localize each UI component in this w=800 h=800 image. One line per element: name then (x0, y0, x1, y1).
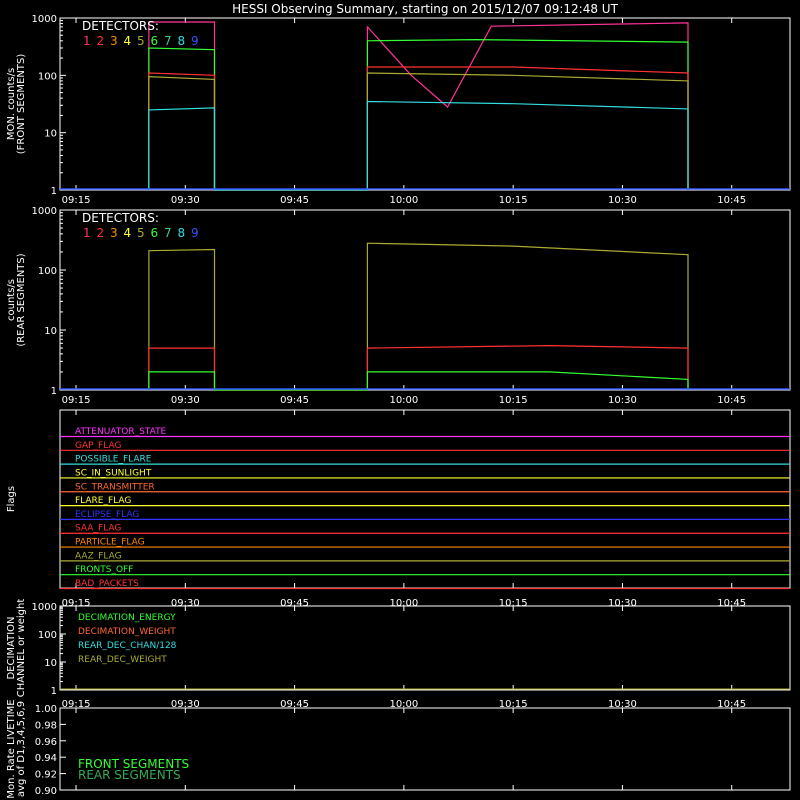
flag-label-aaz-flag: AAZ_FLAG (75, 551, 122, 561)
panel-5-ytick-label: 0.94 (35, 753, 57, 764)
panel-5-ytick-label: 0.90 (35, 786, 57, 797)
panel-1-ytick-label: 10 (44, 129, 57, 140)
panel-4-legend-rear-dec-chan-128: REAR_DEC_CHAN/128 (78, 641, 177, 651)
panel-2-xtick-label: 10:30 (608, 395, 637, 406)
panel-2-ytick-label: 1000 (32, 206, 57, 217)
panel-1-legend-detector-3: 3 (110, 34, 118, 48)
panel-1-xtick-label: 09:15 (62, 195, 91, 206)
flag-label-attenuator-state: ATTENUATOR_STATE (75, 427, 167, 437)
panel-1-series-3 (148, 66, 689, 191)
panel-1-legend-title: DETECTORS: (82, 19, 159, 33)
panel-1-ylabel: (FRONT SEGMENTS) (16, 54, 27, 155)
panel-2-xtick-label: 10:00 (389, 395, 418, 406)
panel-2-ytick-label: 1 (51, 386, 57, 397)
panel-4-legend-rear-dec-weight: REAR_DEC_WEIGHT (78, 655, 167, 665)
panel-1-series-4 (148, 72, 689, 191)
panel-1-xtick-label: 10:00 (389, 195, 418, 206)
panel-5-ytick-label: 0.96 (35, 737, 57, 748)
panel-2-xtick-label: 09:45 (280, 395, 309, 406)
panel-2-legend-detector-5: 5 (137, 226, 145, 240)
panel-1-legend-detector-4: 4 (124, 34, 132, 48)
panel-2-legend-detector-3: 3 (110, 226, 118, 240)
panel-2-xtick-label: 09:30 (171, 395, 200, 406)
panel-1-legend-detector-5: 5 (137, 34, 145, 48)
panel-1-ytick-label: 1000 (32, 14, 57, 25)
panel-1-xtick-label: 09:45 (280, 195, 309, 206)
panel-2-legend-detector-8: 8 (178, 226, 186, 240)
panel-2-legend-title: DETECTORS: (82, 211, 159, 225)
panel-2-series-3 (148, 371, 689, 391)
panel-2-xtick-label: 09:15 (62, 395, 91, 406)
panel-4-ytick-label: 10 (44, 658, 57, 669)
panel-2-series-1 (148, 242, 689, 391)
chart-title: HESSI Observing Summary, starting on 201… (232, 2, 618, 16)
flag-label-eclipse-flag: ECLIPSE_FLAG (75, 510, 139, 520)
flag-label-sc-in-sunlight: SC_IN_SUNLIGHT (75, 468, 152, 478)
flag-label-gap-flag: GAP_FLAG (75, 441, 121, 451)
panel-1-series-2 (148, 38, 689, 191)
flag-label-bad-packets: BAD_PACKETS (75, 579, 139, 589)
flag-label-saa-flag: SAA_FLAG (75, 524, 121, 534)
panel-5-ytick-label: 1.00 (35, 704, 57, 715)
panel-2-legend-detector-7: 7 (164, 226, 172, 240)
panel-4-legend-decimation-energy: DECIMATION_ENERGY (78, 613, 176, 623)
panel-1-series-5 (148, 100, 689, 191)
panel-1-xtick-label: 10:45 (717, 195, 746, 206)
panel-1-ytick-label: 1 (51, 186, 57, 197)
panel-2-legend-detector-6: 6 (151, 226, 159, 240)
flag-label-fronts-off: FRONTS_OFF (75, 565, 133, 575)
panel-2-xtick-label: 10:45 (717, 395, 746, 406)
panel-2-ytick-label: 100 (38, 266, 57, 277)
flag-label-flare-flag: FLARE_FLAG (75, 496, 131, 506)
panel-2-legend-detector-2: 2 (97, 226, 105, 240)
panel-4-ytick-label: 1000 (32, 602, 57, 613)
observing-summary-chart: HESSI Observing Summary, starting on 201… (6, 2, 791, 799)
panel-2-legend-detector-1: 1 (83, 226, 91, 240)
flag-label-sc-transmitter: SC_TRANSMITTER (75, 482, 155, 492)
panel-2-xtick-label: 10:15 (499, 395, 528, 406)
panel-1-legend-detector-1: 1 (83, 34, 91, 48)
panel-5-legend-rear-segments: REAR SEGMENTS (78, 768, 181, 782)
panel-1-xtick-label: 09:30 (171, 195, 200, 206)
panel-1-xtick-label: 10:15 (499, 195, 528, 206)
panel-1-ytick-label: 100 (38, 71, 57, 82)
panel-1-legend-detector-9: 9 (191, 34, 199, 48)
panel-2-legend-detector-4: 4 (124, 226, 132, 240)
panel-1-legend-detector-8: 8 (178, 34, 186, 48)
panel-5-ytick-label: 0.92 (35, 770, 57, 781)
panel-4-ylabel: CHANNEL or weight (16, 599, 27, 698)
panel-4-ytick-label: 100 (38, 630, 57, 641)
panel-2-series-2 (148, 344, 689, 391)
panel-4-ytick-label: 1 (51, 686, 57, 697)
panel-3-ylabel: Flags (6, 486, 17, 512)
panel-2-ytick-label: 10 (44, 326, 57, 337)
panel-1-legend-detector-2: 2 (97, 34, 105, 48)
panel-1-xtick-label: 10:30 (608, 195, 637, 206)
panel-2-ylabel: (REAR SEGMENTS) (16, 253, 27, 346)
panel-5-ytick-label: 0.98 (35, 720, 57, 731)
flag-label-possible-flare: POSSIBLE_FLARE (75, 455, 152, 465)
panel-4-legend-decimation-weight: DECIMATION_WEIGHT (78, 627, 176, 637)
flag-label-particle-flag: PARTICLE_FLAG (75, 538, 145, 548)
panel-1-legend-detector-7: 7 (164, 34, 172, 48)
panel-2-legend-detector-9: 9 (191, 226, 199, 240)
chart-panels: 09:15 09:30 09:45 10:00 10:15 10:30 10:45MON. … (6, 14, 791, 799)
panel-1-legend-detector-6: 6 (151, 34, 159, 48)
panel-5-ylabel: avg of D1,3,4,5,6,9 (16, 701, 27, 797)
